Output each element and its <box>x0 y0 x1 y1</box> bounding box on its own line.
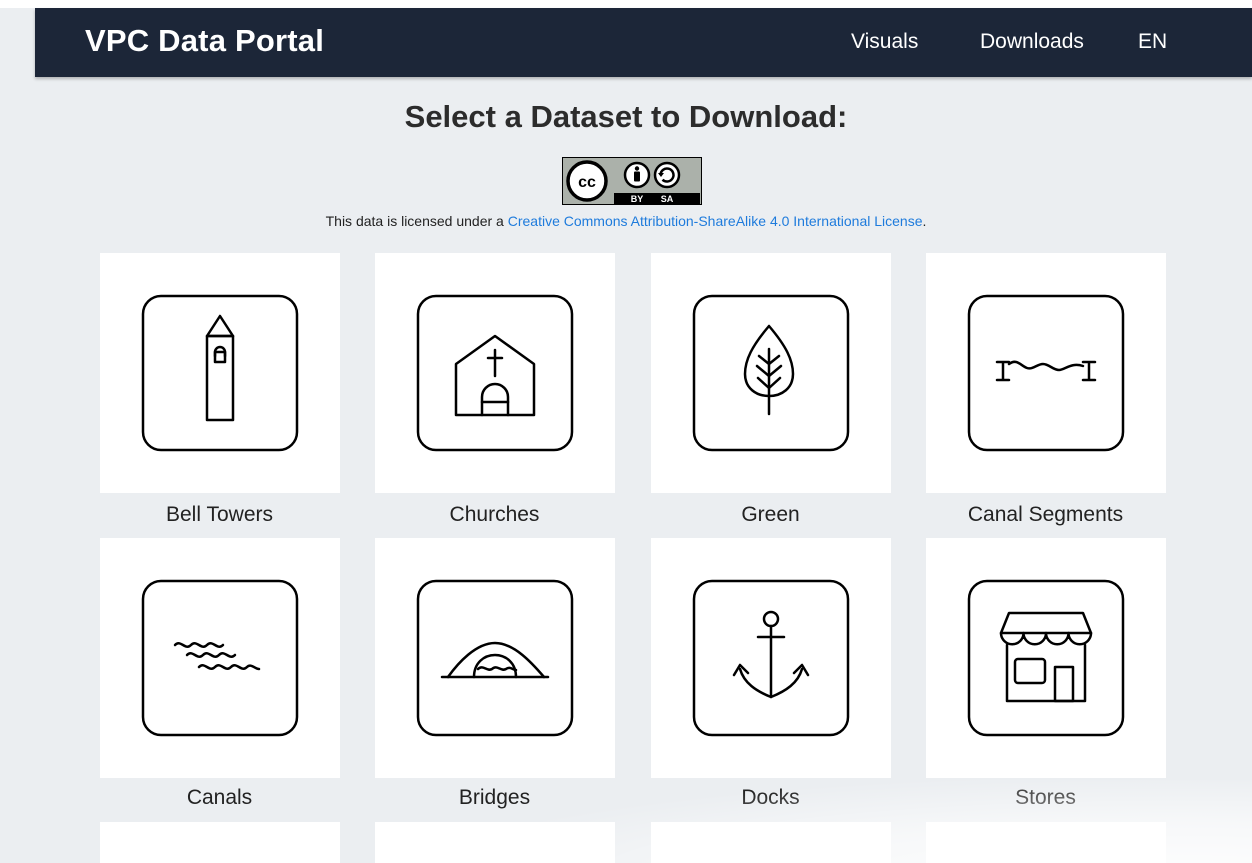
dataset-label-stores[interactable]: Stores <box>908 786 1183 810</box>
brand-logo[interactable]: VPC Data Portal <box>85 23 324 59</box>
canal-segment-icon <box>967 294 1125 452</box>
dataset-label-bell-towers[interactable]: Bell Towers <box>82 503 357 527</box>
leaf-icon <box>692 294 850 452</box>
dataset-label-canal-segments[interactable]: Canal Segments <box>908 503 1183 527</box>
license-suffix: . <box>922 213 927 229</box>
dataset-label-green[interactable]: Green <box>633 503 908 527</box>
badge-by-text: BY <box>631 194 644 204</box>
dataset-card-churches[interactable] <box>375 253 615 493</box>
store-icon <box>967 579 1125 737</box>
top-strip <box>0 0 1252 8</box>
anchor-icon <box>692 579 850 737</box>
dataset-card-bell-towers[interactable] <box>100 253 340 493</box>
dataset-card-canals[interactable] <box>100 538 340 778</box>
dataset-card-stores[interactable] <box>926 538 1166 778</box>
nav-visuals[interactable]: Visuals <box>851 30 918 54</box>
cc-by-sa-badge[interactable]: cc BY SA <box>562 157 702 205</box>
license-notice: This data is licensed under a Creative C… <box>0 213 1252 229</box>
dataset-card-docks[interactable] <box>651 538 891 778</box>
waves-icon <box>141 579 299 737</box>
nav-language[interactable]: EN <box>1138 30 1167 54</box>
dataset-card-canal-segments[interactable] <box>926 253 1166 493</box>
dataset-card-partial[interactable] <box>375 822 615 863</box>
dataset-label-bridges[interactable]: Bridges <box>357 786 632 810</box>
dataset-label-canals[interactable]: Canals <box>82 786 357 810</box>
dataset-card-partial[interactable] <box>926 822 1166 863</box>
navbar: VPC Data Portal Visuals Downloads EN <box>35 8 1252 77</box>
dataset-card-green[interactable] <box>651 253 891 493</box>
badge-sa-text: SA <box>661 194 674 204</box>
nav-downloads[interactable]: Downloads <box>980 30 1084 54</box>
license-link[interactable]: Creative Commons Attribution-ShareAlike … <box>508 213 923 229</box>
bridge-icon <box>416 579 574 737</box>
dataset-label-docks[interactable]: Docks <box>633 786 908 810</box>
dataset-card-bridges[interactable] <box>375 538 615 778</box>
dataset-card-partial[interactable] <box>651 822 891 863</box>
dataset-label-churches[interactable]: Churches <box>357 503 632 527</box>
bell-tower-icon <box>141 294 299 452</box>
license-prefix: This data is licensed under a <box>325 213 508 229</box>
page-title: Select a Dataset to Download: <box>404 99 848 134</box>
church-icon <box>416 294 574 452</box>
dataset-card-partial[interactable] <box>100 822 340 863</box>
svg-text:cc: cc <box>578 174 596 191</box>
